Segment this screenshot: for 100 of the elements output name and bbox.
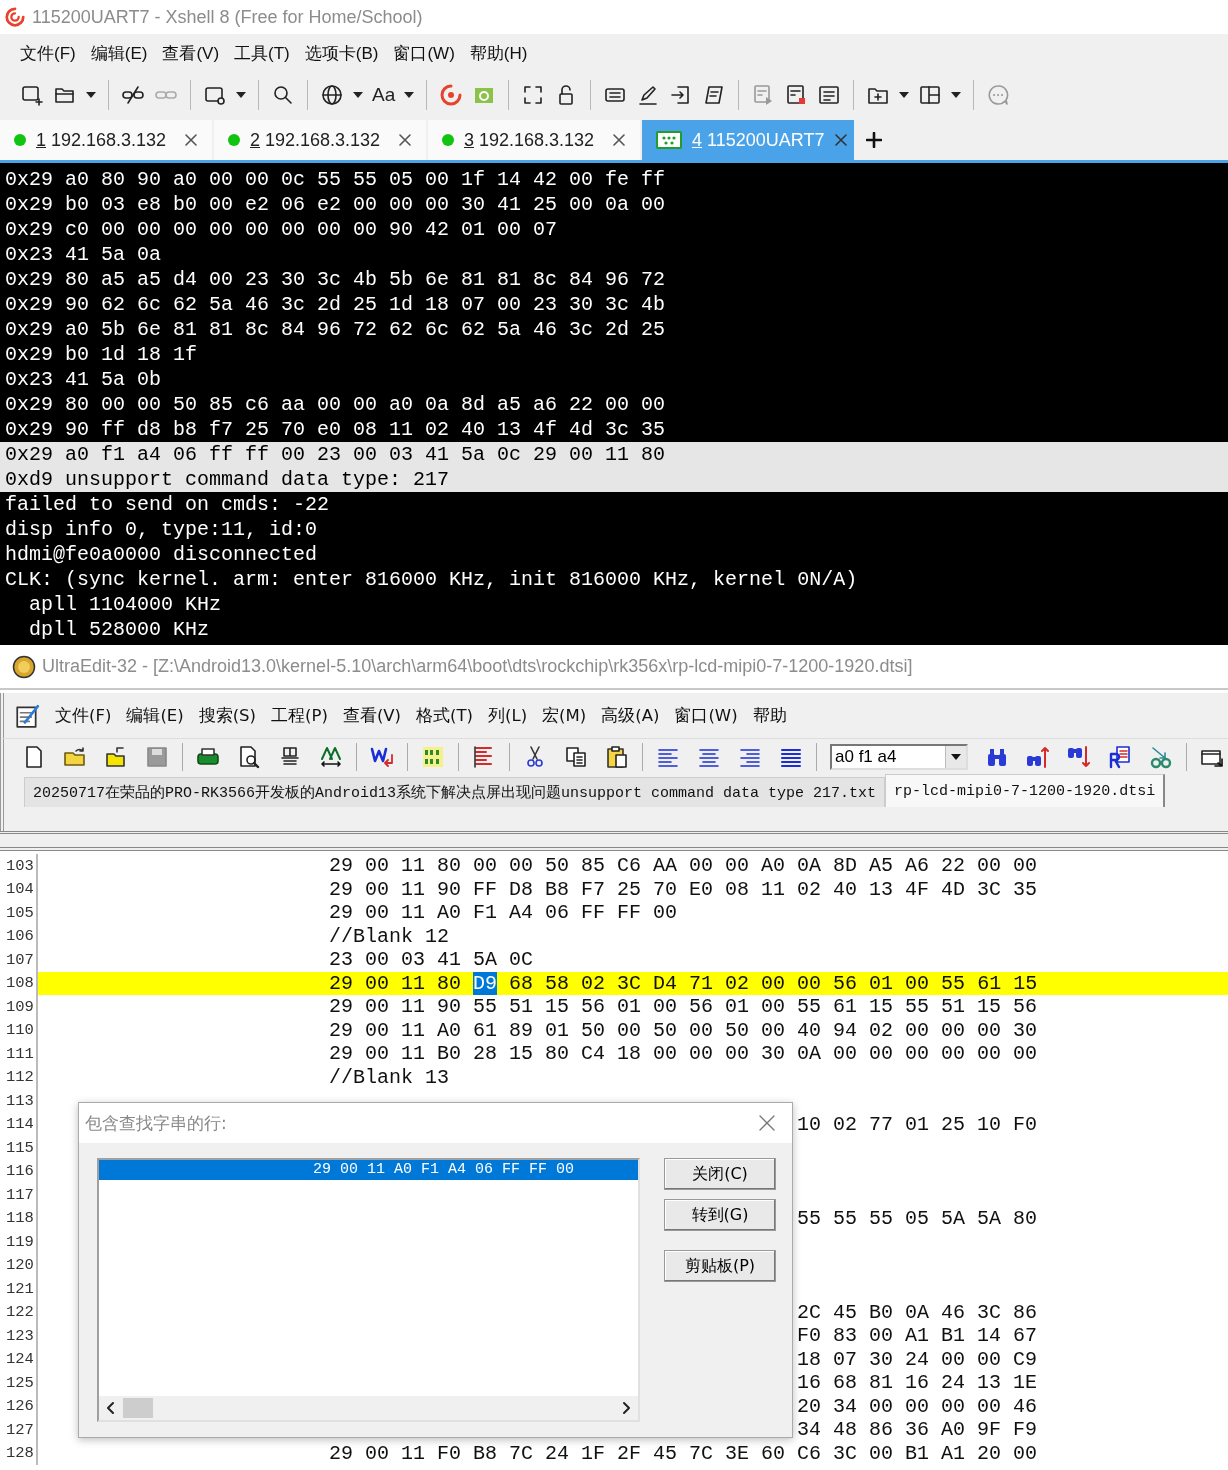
menu-item[interactable]: 高级(A) (601, 704, 660, 727)
code-line: 18 07 30 24 00 00 C9 (797, 1347, 1038, 1371)
terminal-line: dpll 528000 KHz (28, 617, 211, 642)
save-icon[interactable] (145, 744, 169, 769)
line-number: 108 (0, 971, 38, 995)
caret-icon[interactable] (404, 92, 415, 98)
terminal-line: 0x29 b0 1d 18 1f (4, 342, 199, 367)
find-previous-icon[interactable] (1026, 744, 1050, 769)
menu-item[interactable]: 查看(V) (162, 41, 220, 65)
replace-icon[interactable] (1108, 744, 1132, 769)
menu-item[interactable]: 列(L) (488, 704, 528, 727)
code-line: 29 00 11 A0 F1 A4 06 FF FF 00 (329, 901, 678, 925)
find-next-icon[interactable] (1067, 744, 1091, 769)
code-line: F0 83 00 A1 B1 14 67 (797, 1324, 1038, 1348)
tab[interactable]: 3 192.168.3.132 (428, 120, 640, 160)
close-icon[interactable] (184, 133, 198, 147)
dialog-button[interactable]: 转到(G) (664, 1199, 776, 1231)
terminal-line: disp info 0, type:11, id:0 (4, 517, 319, 542)
terminal-line: 0x23 41 5a 0a (4, 242, 163, 267)
file-tab[interactable]: rp-lcd-mipi0-7-1200-1920.dtsi (885, 774, 1166, 807)
code-line: 16 68 81 16 24 13 1E (797, 1371, 1038, 1395)
new-tab-icon[interactable] (866, 132, 882, 148)
file-tab[interactable]: 20250717在荣品的PRO-RK3566开发板的Android13系统下解决点屏出现问题unsupport command data type 217.txt (24, 777, 886, 807)
menu-item[interactable]: 文件(F) (55, 704, 112, 727)
terminal-line: 0x29 b0 03 e8 b0 00 e2 06 e2 00 00 00 30 41 25 00 0a 00 (4, 192, 667, 217)
tab[interactable]: 1 192.168.3.132 (0, 120, 212, 160)
dialog-title: 包含查找字串的行: (85, 1111, 227, 1135)
code-line: 29 00 11 F0 B8 7C 24 1F 2F 45 7C 3E 60 C6 3C 00 B1 A1 20 00 (329, 1441, 1038, 1465)
splitter[interactable] (0, 831, 1228, 851)
terminal-line: failed to send on cmds: -22 (4, 492, 331, 517)
binary-icon[interactable] (421, 744, 445, 769)
caret-icon[interactable] (236, 92, 246, 98)
font-size-icon[interactable] (319, 744, 343, 769)
close-icon[interactable] (398, 133, 412, 147)
menu-item[interactable]: 窗口(W) (674, 704, 738, 727)
code-line: 29 00 11 A0 61 89 01 50 00 50 00 50 00 40 94 02 00 00 00 30 (329, 1018, 1038, 1042)
code-line: 29 00 11 80 D9 68 58 02 3C D4 71 02 00 00 56 01 00 55 61 15 (329, 971, 1038, 995)
paste-icon[interactable] (605, 744, 629, 769)
code-line: //Blank 12 (329, 924, 450, 948)
menu-item[interactable]: 工具(T) (234, 41, 290, 65)
menu-item[interactable]: 窗口(W) (393, 41, 455, 65)
app-logo-icon (4, 6, 26, 28)
search-combo[interactable]: a0 f1 a4 (830, 743, 968, 770)
caret-icon[interactable] (951, 92, 962, 98)
caret-icon[interactable] (899, 92, 910, 98)
menu-item[interactable]: 文件(F) (20, 41, 76, 65)
scroll-left-icon[interactable] (105, 1401, 115, 1415)
terminal-line: 0x29 c0 00 00 00 00 00 00 00 00 90 42 01 00 07 (4, 217, 559, 242)
code-line: 29 00 11 90 FF D8 B8 F7 25 70 E0 08 11 02 40 13 4F 4D 3C 35 (329, 877, 1038, 901)
code-line: 20 34 00 00 00 00 46 (797, 1394, 1038, 1418)
swirl-icon[interactable] (439, 83, 464, 107)
tab[interactable]: 2 192.168.3.132 (214, 120, 426, 160)
close-icon[interactable] (834, 133, 849, 147)
layout-icon[interactable] (918, 83, 943, 107)
menu-item[interactable]: 编辑(E) (126, 704, 184, 727)
menu-item[interactable]: 宏(M) (542, 704, 587, 727)
terminal-line: 0x29 80 a5 a5 d4 00 23 30 3c 4b 5b 6e 81 81 8c 84 96 72 (4, 267, 667, 292)
code-line: 29 00 11 80 00 00 50 85 C6 AA 00 00 A0 0A 8D A5 A6 22 00 00 (329, 854, 1038, 878)
scroll-right-icon[interactable] (622, 1401, 632, 1415)
menu-item[interactable]: 搜索(S) (198, 704, 257, 727)
terminal-line: 0x23 41 5a 0b (4, 367, 163, 392)
scrollbar-thumb[interactable] (123, 1398, 153, 1418)
menu-item[interactable]: 帮助(H) (469, 41, 528, 65)
terminal-line: apll 1104000 KHz (28, 592, 223, 617)
window-title: UltraEdit-32 - [Z:\Android13.0\kernel-5.10\arch\arm64\boot\dts\rockchip\rk356x\rp-lcd-mipi0-7-1200-1920.dtsi] (42, 656, 913, 677)
code-line: 55 55 55 05 5A 5A 80 (797, 1206, 1038, 1230)
menu-item[interactable]: 选项卡(B) (304, 41, 379, 65)
document-icon[interactable] (817, 83, 842, 107)
terminal-line: hdmi@fe0a0000 disconnected (4, 542, 319, 567)
open-folder-icon[interactable] (63, 744, 87, 769)
code-line: 34 48 86 36 A0 9F F9 (797, 1418, 1038, 1442)
caret-icon[interactable] (86, 92, 96, 98)
caret-icon[interactable] (951, 753, 961, 760)
goto-icon[interactable] (1149, 744, 1173, 769)
new-session-icon[interactable] (20, 83, 44, 107)
terminal-line: 0x29 90 62 6c 62 5a 46 3c 2d 25 1d 18 07 00 23 30 3c 4b (4, 292, 667, 317)
terminal-line: 0x29 a0 80 90 a0 00 00 0c 55 55 05 00 1f 14 42 00 fe ff (4, 167, 667, 192)
notepad-icon[interactable] (14, 702, 40, 729)
search-icon[interactable] (271, 83, 295, 107)
window-title: 115200UART7 - Xshell 8 (Free for Home/School) (32, 6, 423, 28)
copy-icon[interactable] (564, 744, 588, 769)
print-preview-icon[interactable] (237, 744, 261, 769)
terminal-line: 0x29 80 00 00 50 85 c6 aa 00 00 a0 0a 8d a5 a6 22 00 00 (4, 392, 667, 417)
menu-item[interactable]: 编辑(E) (90, 41, 148, 65)
font-button[interactable]: Aa (372, 84, 396, 106)
close-icon[interactable] (758, 1114, 776, 1132)
menu-item[interactable]: 格式(T) (416, 704, 473, 727)
globe-icon[interactable] (320, 83, 344, 107)
unlink-icon[interactable] (121, 83, 145, 107)
dialog-button[interactable]: 剪贴板(P) (664, 1250, 776, 1282)
code-line: 23 00 03 41 5A 0C (329, 948, 534, 972)
dialog-button[interactable]: 关闭(C) (664, 1158, 776, 1190)
caret-icon[interactable] (353, 92, 363, 98)
menu-item[interactable]: 工程(P) (271, 704, 328, 727)
folder-icon[interactable] (104, 744, 128, 769)
close-icon[interactable] (612, 133, 626, 147)
code-line: 29 00 11 B0 28 15 80 C4 18 00 00 00 30 0A 00 00 00 00 00 00 (329, 1042, 1038, 1066)
menu-item[interactable]: 帮助 (752, 704, 787, 727)
result-item[interactable]: 29 00 11 A0 F1 A4 06 FF FF 00 (99, 1160, 638, 1180)
menu-item[interactable]: 查看(V) (342, 704, 402, 727)
